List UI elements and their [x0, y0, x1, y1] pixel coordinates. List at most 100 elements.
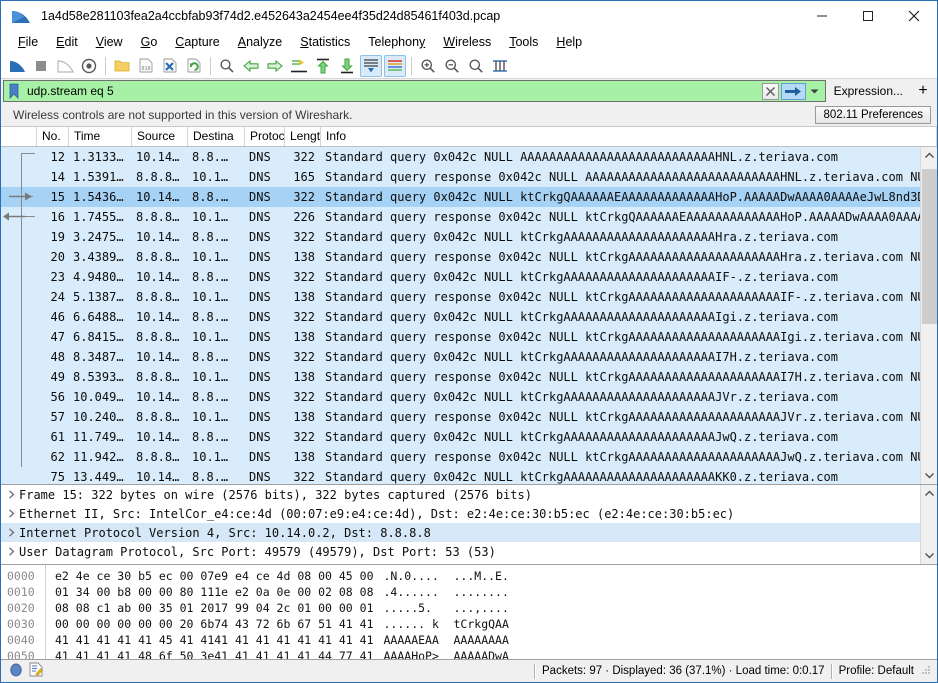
detail-row[interactable]: Ethernet II, Src: IntelCor_e4:ce:4d (00:…	[1, 504, 920, 523]
menu-edit[interactable]: Edit	[47, 33, 87, 51]
packet-row[interactable]: 12 1.3133… 10.14… 8.8.… DNS 322 Standard query…	[1, 147, 920, 167]
packet-row[interactable]: 62 11.942… 8.8.8… 10.1… DNS 138 Standard query…	[1, 447, 920, 467]
zoom-in-icon[interactable]	[417, 55, 439, 77]
packet-details-pane[interactable]: Frame 15: 322 bytes on wire (2576 bits),…	[1, 485, 937, 565]
column-header-time[interactable]: Time	[69, 127, 132, 146]
packet-row[interactable]: 56 10.049… 10.14… 8.8.… DNS 322 Standard query…	[1, 387, 920, 407]
packet-row[interactable]: 48 8.3487… 10.14… 8.8.… DNS 322 Standard query…	[1, 347, 920, 367]
status-profile[interactable]: Profile: Default	[839, 665, 920, 677]
open-file-icon[interactable]	[111, 55, 133, 77]
menu-go[interactable]: Go	[132, 33, 167, 51]
packet-details-scrollbar[interactable]	[920, 485, 937, 564]
reload-file-icon[interactable]	[183, 55, 205, 77]
chevron-right-icon[interactable]	[3, 509, 19, 518]
scrollbar-thumb[interactable]	[922, 169, 937, 324]
packet-row[interactable]: 57 10.240… 8.8.8… 10.1… DNS 138 Standard query…	[1, 407, 920, 427]
go-forward-icon[interactable]	[264, 55, 286, 77]
colorize-packets-icon[interactable]	[384, 54, 406, 77]
hex-row[interactable]: 0040 41 41 41 41 41 45 41 41 41 41 41 41 4…	[1, 632, 937, 648]
apply-filter-arrow-icon[interactable]	[780, 82, 806, 100]
maximize-button[interactable]	[845, 1, 891, 31]
column-header-no[interactable]: No.	[37, 127, 69, 146]
menu-file[interactable]: File	[9, 33, 47, 51]
detail-row[interactable]: Frame 15: 322 bytes on wire (2576 bits),…	[1, 485, 920, 504]
capture-file-comment-icon[interactable]	[29, 662, 43, 680]
resize-columns-icon[interactable]	[489, 55, 511, 77]
packet-list-body[interactable]: 12 1.3133… 10.14… 8.8.… DNS 322 Standard query…	[1, 147, 937, 484]
scroll-up-arrow-icon[interactable]	[921, 485, 937, 502]
go-back-icon[interactable]	[240, 55, 262, 77]
menu-analyze[interactable]: Analyze	[229, 33, 291, 51]
chevron-down-icon[interactable]	[807, 83, 823, 100]
packet-bytes-pane[interactable]: 0000 e2 4e ce 30 b5 ec 00 07 e9 e4 ce 4d 0…	[1, 565, 937, 660]
zoom-out-icon[interactable]	[441, 55, 463, 77]
packet-row[interactable]: 47 6.8415… 8.8.8… 10.1… DNS 138 Standard query…	[1, 327, 920, 347]
minimize-button[interactable]	[799, 1, 845, 31]
resize-grip-icon[interactable]	[920, 664, 934, 678]
capture-options-icon[interactable]	[78, 55, 100, 77]
packet-row[interactable]: 23 4.9480… 10.14… 8.8.… DNS 322 Standard query…	[1, 267, 920, 287]
hex-row[interactable]: 0050 41 41 41 41 48 6f 50 3e 41 41 41 41 4…	[1, 648, 937, 659]
scroll-down-arrow-icon[interactable]	[921, 547, 937, 564]
packet-row[interactable]: 49 8.5393… 8.8.8… 10.1… DNS 138 Standard query…	[1, 367, 920, 387]
add-filter-button[interactable]: +	[911, 80, 935, 102]
scroll-down-arrow-icon[interactable]	[921, 467, 937, 484]
menu-telephony[interactable]: Telephony	[359, 33, 434, 51]
go-to-first-packet-icon[interactable]	[312, 55, 334, 77]
go-to-packet-icon[interactable]	[288, 55, 310, 77]
wifi-preferences-button[interactable]: 802.11 Preferences	[815, 105, 931, 124]
start-capture-icon[interactable]	[6, 55, 28, 77]
menu-capture[interactable]: Capture	[166, 33, 228, 51]
column-header-protocol[interactable]: Protoc	[245, 127, 285, 146]
hex-row[interactable]: 0020 08 08 c1 ab 00 35 01 20 17 99 04 2c 0…	[1, 600, 937, 616]
restart-capture-icon[interactable]	[54, 55, 76, 77]
scroll-up-arrow-icon[interactable]	[921, 147, 937, 164]
packet-row[interactable]: 15 1.5436… 10.14… 8.8.… DNS 322 Standard query…	[1, 187, 920, 207]
hex-row[interactable]: 0000 e2 4e ce 30 b5 ec 00 07 e9 e4 ce 4d 0…	[1, 568, 937, 584]
chevron-right-icon[interactable]	[3, 528, 19, 537]
go-to-last-packet-icon[interactable]	[336, 55, 358, 77]
packet-row[interactable]: 24 5.1387… 8.8.8… 10.1… DNS 138 Standard query…	[1, 287, 920, 307]
expert-info-icon[interactable]	[9, 663, 23, 680]
menu-wireless[interactable]: Wireless	[434, 33, 500, 51]
auto-scroll-icon[interactable]	[360, 54, 382, 77]
packet-row[interactable]: 16 1.7455… 8.8.8… 10.1… DNS 226 Standard query…	[1, 207, 920, 227]
hex-spacer	[45, 584, 55, 600]
packet-list-scrollbar[interactable]	[920, 147, 937, 484]
menu-tools[interactable]: Tools	[500, 33, 547, 51]
chevron-right-icon[interactable]	[3, 547, 19, 556]
detail-row[interactable]: User Datagram Protocol, Src Port: 49579 …	[1, 542, 920, 561]
packet-row[interactable]: 46 6.6488… 10.14… 8.8.… DNS 322 Standard query…	[1, 307, 920, 327]
find-packet-icon[interactable]	[216, 55, 238, 77]
hex-ascii-first-half: .N.0....	[383, 569, 439, 583]
packet-row-protocol: DNS	[249, 390, 271, 404]
menu-help[interactable]: Help	[547, 33, 591, 51]
packet-row[interactable]: 19 3.2475… 10.14… 8.8.… DNS 322 Standard query…	[1, 227, 920, 247]
filter-expression-button[interactable]: Expression...	[826, 80, 911, 102]
hex-row[interactable]: 0010 01 34 00 b8 00 00 80 11 1e e2 0a 0e 0…	[1, 584, 937, 600]
chevron-right-icon[interactable]	[3, 490, 19, 499]
hex-row[interactable]: 0030 00 00 00 00 00 00 20 6b 74 43 72 6b 6…	[1, 616, 937, 632]
column-header-destination[interactable]: Destina	[188, 127, 245, 146]
close-file-icon[interactable]	[159, 55, 181, 77]
packet-row-length: 322	[293, 230, 315, 244]
filter-bookmark-icon[interactable]	[5, 81, 23, 101]
column-header-source[interactable]: Source	[132, 127, 188, 146]
display-filter-text[interactable]: udp.stream eq 5	[23, 84, 762, 98]
save-file-icon[interactable]: 010	[135, 55, 157, 77]
clear-filter-icon[interactable]	[761, 82, 779, 100]
packet-row[interactable]: 14 1.5391… 8.8.8… 10.1… DNS 165 Standard query…	[1, 167, 920, 187]
column-header-length[interactable]: Lengt	[285, 127, 321, 146]
menu-view[interactable]: View	[87, 33, 132, 51]
packet-row[interactable]: 20 3.4389… 8.8.8… 10.1… DNS 138 Standard query…	[1, 247, 920, 267]
display-filter-input[interactable]: udp.stream eq 5	[3, 80, 826, 102]
packet-row-time: 3.2475…	[73, 230, 124, 244]
packet-row[interactable]: 61 11.749… 10.14… 8.8.… DNS 322 Standard query…	[1, 427, 920, 447]
packet-row[interactable]: 75 13.449… 10.14… 8.8.… DNS 322 Standard query…	[1, 467, 920, 484]
zoom-reset-icon[interactable]	[465, 55, 487, 77]
detail-row[interactable]: Internet Protocol Version 4, Src: 10.14.…	[1, 523, 920, 542]
close-button[interactable]	[891, 1, 937, 31]
stop-capture-icon[interactable]	[30, 55, 52, 77]
column-header-info[interactable]: Info	[321, 127, 937, 146]
menu-statistics[interactable]: Statistics	[291, 33, 359, 51]
